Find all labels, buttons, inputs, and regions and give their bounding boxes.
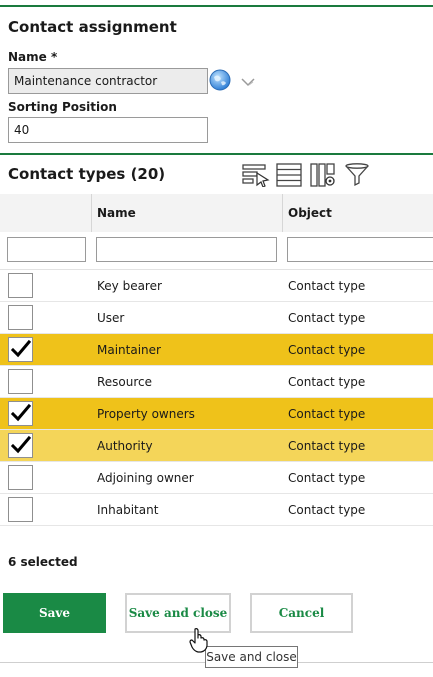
row-name: Adjoining owner (97, 471, 194, 485)
funnel-icon[interactable] (344, 163, 370, 187)
filter-select-icon[interactable] (242, 163, 270, 188)
checkmark-icon (10, 403, 32, 427)
row-object: Contact type (288, 311, 366, 325)
row-checkbox[interactable] (8, 497, 33, 522)
save-and-close-button[interactable]: Save and close (125, 593, 231, 633)
filter-input-select[interactable] (7, 237, 86, 262)
table-row[interactable]: Authority Contact type (0, 430, 433, 462)
hand-cursor-icon (188, 627, 210, 657)
section-title-contact-types: Contact types (20) (8, 165, 166, 183)
row-checkbox[interactable] (8, 337, 33, 362)
row-object: Contact type (288, 471, 366, 485)
filter-row (0, 232, 433, 270)
table-row[interactable]: Key bearer Contact type (0, 270, 433, 302)
column-separator[interactable] (91, 194, 92, 232)
chevron-down-icon[interactable] (240, 73, 256, 87)
row-object: Contact type (288, 279, 366, 293)
row-checkbox[interactable] (8, 401, 33, 426)
checkmark-icon (10, 435, 32, 459)
row-name: Maintainer (97, 343, 161, 357)
row-name: Key bearer (97, 279, 162, 293)
row-checkbox[interactable] (8, 369, 33, 394)
rows-icon[interactable] (276, 163, 302, 187)
row-object: Contact type (288, 439, 366, 453)
row-object: Contact type (288, 375, 366, 389)
row-name: Property owners (97, 407, 195, 421)
row-checkbox[interactable] (8, 273, 33, 298)
tooltip-save-and-close: Save and close (205, 646, 298, 668)
row-object: Contact type (288, 343, 366, 357)
cancel-button[interactable]: Cancel (250, 593, 353, 633)
section-divider (0, 153, 433, 155)
filter-input-object[interactable] (287, 237, 433, 262)
table-row[interactable]: Maintainer Contact type (0, 334, 433, 366)
table-row[interactable]: Resource Contact type (0, 366, 433, 398)
row-checkbox[interactable] (8, 305, 33, 330)
table-row[interactable]: Property owners Contact type (0, 398, 433, 430)
row-object: Contact type (288, 407, 366, 421)
row-checkbox[interactable] (8, 465, 33, 490)
table-row[interactable]: Inhabitant Contact type (0, 494, 433, 526)
save-button[interactable]: Save (3, 593, 106, 633)
column-header-object[interactable]: Object (288, 206, 332, 220)
row-name: Resource (97, 375, 153, 389)
table-row[interactable]: User Contact type (0, 302, 433, 334)
row-checkbox[interactable] (8, 433, 33, 458)
column-header-name[interactable]: Name (97, 206, 136, 220)
name-label: Name * (8, 50, 58, 64)
selected-count: 6 selected (8, 555, 78, 569)
name-field[interactable]: Maintenance contractor (8, 68, 208, 94)
row-name: Authority (97, 439, 153, 453)
row-object: Contact type (288, 503, 366, 517)
column-separator[interactable] (282, 194, 283, 232)
row-name: User (97, 311, 125, 325)
sorting-position-label: Sorting Position (8, 100, 117, 114)
section-title-contact-assignment: Contact assignment (8, 18, 177, 36)
column-settings-icon[interactable] (310, 163, 336, 187)
checkmark-icon (10, 339, 32, 363)
grid-header: Name Object (0, 194, 433, 233)
row-name: Inhabitant (97, 503, 159, 517)
top-accent-line (0, 5, 433, 7)
table-row[interactable]: Adjoining owner Contact type (0, 462, 433, 494)
globe-icon[interactable] (209, 69, 231, 91)
sorting-position-field[interactable]: 40 (8, 117, 208, 143)
filter-input-name[interactable] (96, 237, 277, 262)
